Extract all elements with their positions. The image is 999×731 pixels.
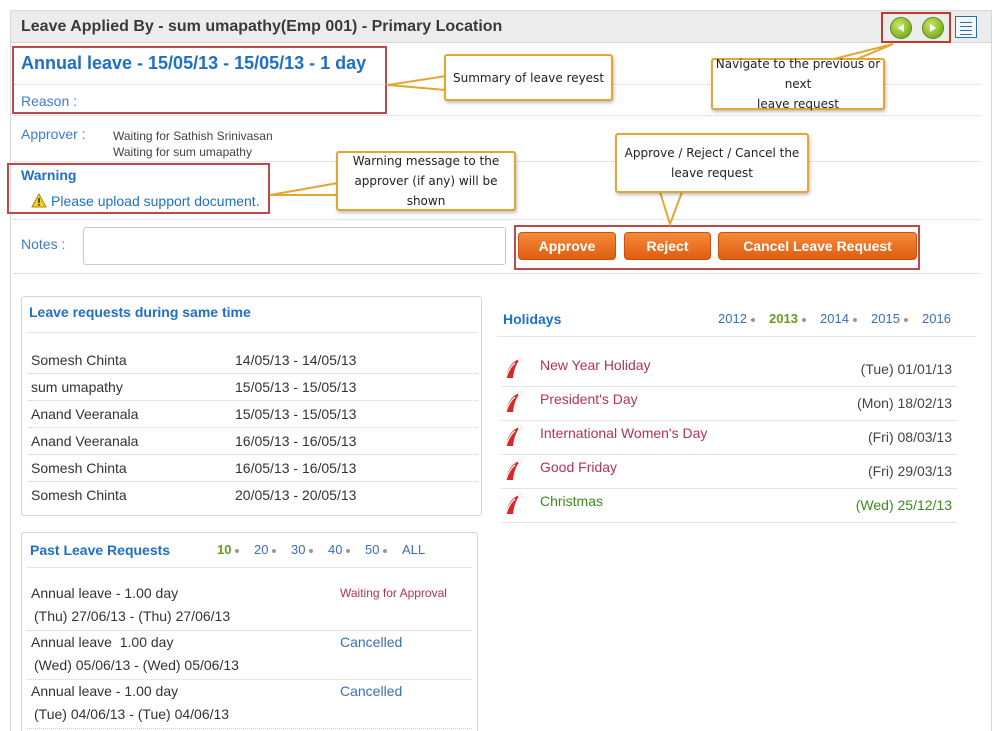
year-2012[interactable]: 2012: [718, 311, 755, 326]
holiday-name-2: President's Day: [540, 391, 638, 407]
same-time-dates-5: 16/05/13 - 16/05/13: [235, 460, 357, 476]
past-request-3-dates: (Tue) 04/06/13 - (Tue) 04/06/13: [34, 706, 230, 722]
past-request-3-status: Cancelled: [340, 683, 403, 699]
page-size-50[interactable]: 50: [365, 542, 388, 557]
summary-callout: Summary of leave reyest: [444, 54, 613, 101]
navigate-callout-line-1: Navigate to the previous or next: [715, 57, 881, 91]
holiday-hat-icon: [505, 391, 523, 413]
actions-callout-line-2: leave request: [671, 166, 753, 180]
holiday-name-5: Christmas: [540, 493, 604, 509]
page-size-all[interactable]: ALL: [402, 542, 425, 557]
same-time-dates-6: 20/05/13 - 20/05/13: [235, 487, 357, 503]
past-request-2-type: Annual leave 1.00 day: [31, 634, 174, 650]
holidays-title: Holidays: [503, 311, 562, 327]
year-2014[interactable]: 2014: [820, 311, 857, 326]
year-2013[interactable]: 2013: [769, 311, 806, 326]
past-request-3-type: Annual leave - 1.00 day: [31, 683, 179, 699]
holiday-name-3: International Women's Day: [540, 425, 708, 441]
past-requests-title: Past Leave Requests: [30, 542, 171, 558]
warning-callout: Warning message to the approver (if any)…: [336, 151, 516, 211]
same-time-dates-2: 15/05/13 - 15/05/13: [235, 379, 357, 395]
holiday-date-1: (Tue) 01/01/13: [860, 361, 952, 377]
same-time-dates-1: 14/05/13 - 14/05/13: [235, 352, 357, 368]
same-time-name-5: Somesh Chinta: [31, 460, 127, 476]
past-requests-box: [21, 532, 478, 731]
page-size-40[interactable]: 40: [328, 542, 351, 557]
year-2016[interactable]: 2016: [922, 311, 951, 326]
past-request-2-status: Cancelled: [340, 634, 403, 650]
holiday-date-4: (Fri) 29/03/13: [867, 463, 952, 479]
same-time-dates-4: 16/05/13 - 16/05/13: [235, 433, 357, 449]
holiday-hat-icon: [505, 493, 523, 515]
holiday-hat-icon: [505, 425, 523, 447]
same-time-title: Leave requests during same time: [29, 304, 251, 320]
same-time-name-2: sum umapathy: [31, 379, 123, 395]
same-time-name-3: Anand Veeranala: [31, 406, 139, 422]
warning-callout-line-2: approver (if any) will be shown: [354, 174, 498, 208]
navigate-callout: Navigate to the previous or next leave r…: [711, 57, 885, 111]
navigate-callout-line-2: leave request: [757, 97, 839, 111]
warning-callout-line-1: Warning message to the: [352, 154, 500, 168]
actions-callout-line-1: Approve / Reject / Cancel the: [624, 146, 800, 160]
holiday-hat-icon: [505, 357, 523, 379]
past-request-2-dates: (Wed) 05/06/13 - (Wed) 05/06/13: [34, 657, 239, 673]
same-time-name-1: Somesh Chinta: [31, 352, 127, 368]
actions-callout: Approve / Reject / Cancel the leave requ…: [615, 133, 809, 193]
page-size-30[interactable]: 30: [291, 542, 314, 557]
same-time-dates-3: 15/05/13 - 15/05/13: [235, 406, 357, 422]
page-size-10[interactable]: 10: [217, 542, 240, 557]
holiday-name-4: Good Friday: [540, 459, 618, 475]
holiday-name-1: New Year Holiday: [540, 357, 651, 373]
same-time-name-4: Anand Veeranala: [31, 433, 139, 449]
summary-callout-text: Summary of leave reyest: [452, 70, 605, 85]
holiday-hat-icon: [505, 459, 523, 481]
holiday-date-2: (Mon) 18/02/13: [857, 395, 952, 411]
year-2015[interactable]: 2015: [871, 311, 908, 326]
past-request-1-dates: (Thu) 27/06/13 - (Thu) 27/06/13: [34, 608, 231, 624]
past-request-1-status: Waiting for Approval: [340, 586, 447, 600]
page-size-20[interactable]: 20: [254, 542, 277, 557]
holiday-date-5: (Wed) 25/12/13: [855, 497, 952, 513]
holiday-date-3: (Fri) 08/03/13: [867, 429, 952, 445]
same-time-name-6: Somesh Chinta: [31, 487, 127, 503]
past-request-1-type: Annual leave - 1.00 day: [31, 585, 179, 601]
